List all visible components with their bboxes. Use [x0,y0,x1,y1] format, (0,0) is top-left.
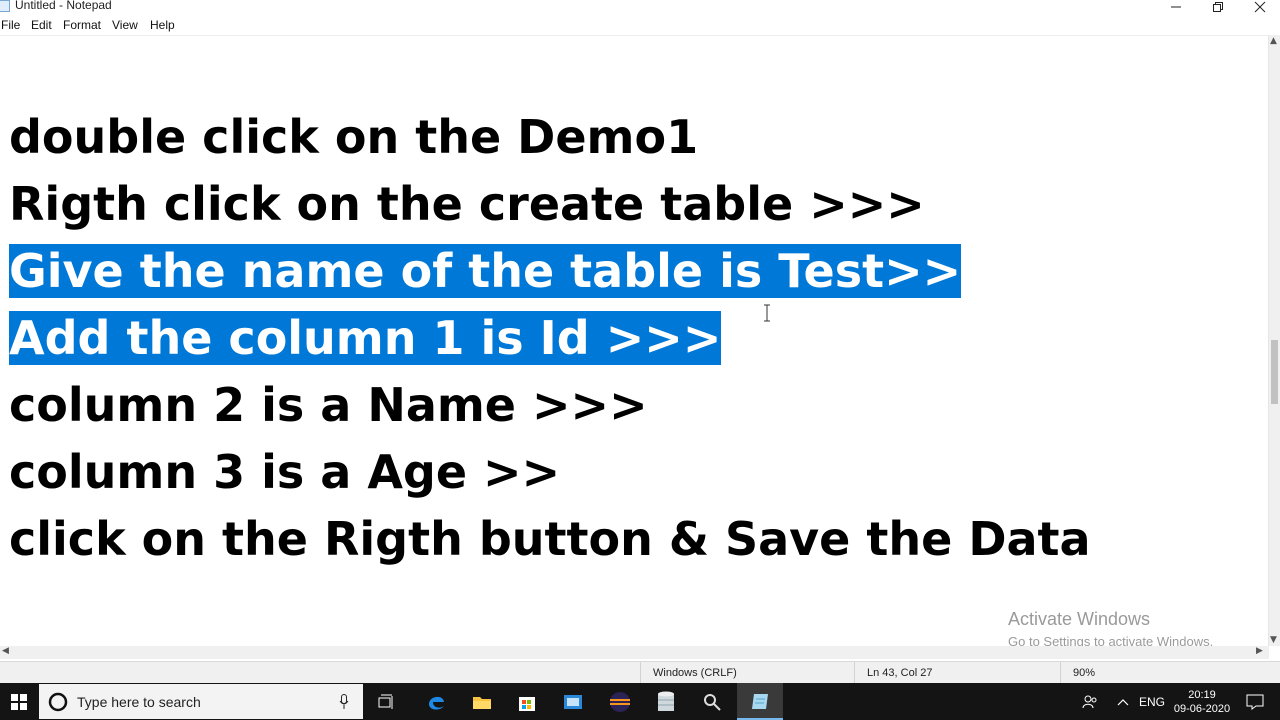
clock-time: 20:19 [1188,688,1216,701]
mail-icon[interactable] [550,683,596,720]
restore-icon [1213,2,1223,12]
menu-view[interactable]: View [112,18,138,32]
status-zoom: 90% [1060,662,1273,684]
taskbar-search-box[interactable]: Type here to search [39,684,363,719]
close-button[interactable] [1238,0,1280,14]
text-line: double click on the Demo1 [9,110,699,164]
chevron-up-icon[interactable] [1112,683,1134,720]
text-line-selected: Add the column 1 is Id >>> [9,305,722,372]
menu-file[interactable]: File [1,18,20,32]
status-cursor-position: Ln 43, Col 27 [854,662,1057,684]
selection-highlight: Add the column 1 is Id >>> [9,311,722,365]
scrollbar-thumb[interactable] [1271,340,1278,404]
notepad-icon [0,0,10,12]
status-line-ending: Windows (CRLF) [640,662,853,684]
database-icon[interactable] [643,683,689,720]
windows-logo-icon [11,693,27,710]
selection-highlight: Give the name of the table is Test>> [9,244,962,298]
people-icon[interactable] [1078,683,1102,720]
text-line: column 2 is a Name >>> [9,378,648,432]
notifications-icon[interactable] [1240,683,1270,720]
scroll-left-icon[interactable]: ◀ [2,646,9,656]
search-placeholder: Type here to search [77,694,201,710]
notepad-taskbar-icon[interactable] [737,683,783,720]
title-bar: Untitled - Notepad [0,0,1280,14]
cortana-icon [48,692,68,712]
clock-date: 09-06-2020 [1173,702,1231,715]
status-bar: Windows (CRLF) Ln 43, Col 27 90% [0,661,1280,684]
search-tool-icon[interactable] [689,683,735,720]
menu-bar: File Edit Format View Help [0,15,1280,35]
scroll-down-icon[interactable]: ▼ [1270,635,1277,645]
scroll-right-icon[interactable]: ▶ [1256,646,1263,656]
horizontal-scrollbar[interactable]: ◀ ▶ [0,646,1269,659]
vertical-scrollbar[interactable]: ▲ ▼ [1268,35,1280,646]
store-icon[interactable] [504,683,550,720]
minimize-button[interactable] [1154,0,1198,14]
close-icon [1254,1,1266,13]
microphone-icon[interactable] [339,694,349,710]
edge-icon[interactable] [413,683,459,720]
eclipse-icon[interactable] [597,683,643,720]
scroll-up-icon[interactable]: ▲ [1270,36,1277,46]
text-editor[interactable]: double click on the Demo1 Rigth click on… [0,35,1269,647]
task-view-icon[interactable] [364,683,410,720]
text-cursor-icon [764,304,770,322]
text-line: Rigth click on the create table >>> [9,177,925,231]
start-button[interactable] [0,683,38,720]
restore-button[interactable] [1196,0,1240,14]
minimize-icon [1171,6,1181,8]
file-explorer-icon[interactable] [459,683,505,720]
text-line: click on the Rigth button & Save the Dat… [9,512,1091,566]
text-line-selected: Give the name of the table is Test>> [9,238,962,305]
window-title: Untitled - Notepad [15,0,112,12]
menu-help[interactable]: Help [150,18,175,32]
menu-edit[interactable]: Edit [31,18,52,32]
taskbar: Type here to search ENG 20:19 09-06-2020 [0,683,1280,720]
clock[interactable]: 20:19 09-06-2020 [1170,683,1234,720]
text-line: column 3 is a Age >> [9,445,561,499]
language-indicator[interactable]: ENG [1136,683,1168,720]
activate-windows-title: Activate Windows [1008,609,1151,629]
menu-format[interactable]: Format [63,18,101,32]
